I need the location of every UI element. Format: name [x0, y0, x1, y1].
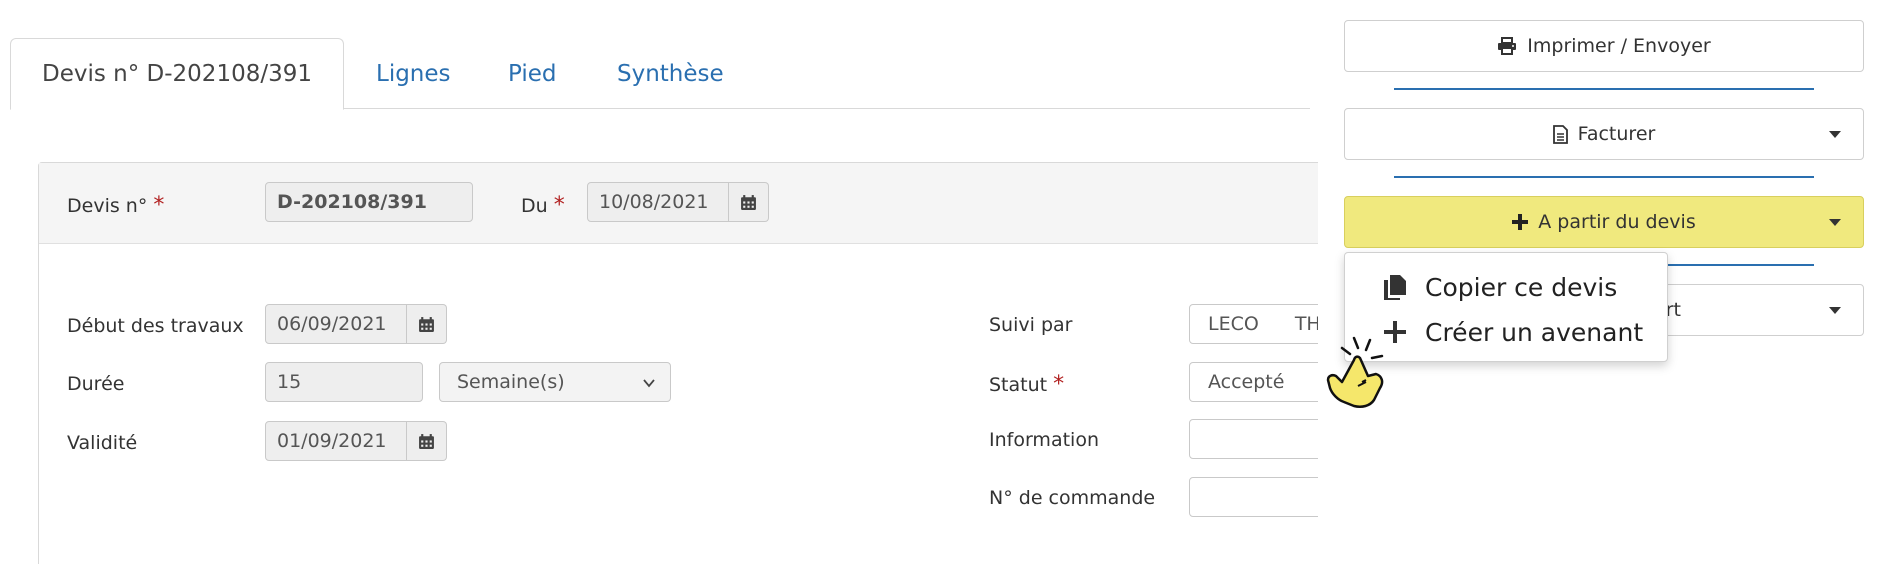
caret-down-icon	[1829, 307, 1841, 314]
calendar-icon[interactable]	[407, 421, 447, 461]
a-partir-dropdown-menu: Copier ce devis Créer un avenant	[1344, 252, 1668, 362]
devis-number-field[interactable]: D-202108/391	[265, 182, 473, 222]
copy-icon	[1383, 274, 1413, 300]
calendar-icon[interactable]	[407, 304, 447, 344]
duree-unit-select[interactable]: Semaine(s)	[439, 362, 671, 402]
plus-icon	[1512, 214, 1529, 230]
duree-field[interactable]: 15	[265, 362, 423, 402]
suivi-par-value: LECO	[1208, 313, 1259, 335]
statut-label: Statut *	[989, 372, 1065, 397]
duree-unit-value: Semaine(s)	[457, 371, 565, 393]
chevron-down-icon	[643, 379, 655, 388]
du-label: Du *	[521, 193, 565, 218]
caret-down-icon	[1829, 131, 1841, 138]
devis-form-panel: Devis n° * D-202108/391 Du * 10/08/2021 Dé…	[38, 162, 1349, 564]
suivi-par-value-2: TH	[1294, 313, 1321, 335]
menu-item-copier-devis[interactable]: Copier ce devis	[1383, 269, 1617, 305]
facturer-button[interactable]: Facturer	[1344, 108, 1864, 160]
menu-item-creer-avenant[interactable]: Créer un avenant	[1383, 314, 1643, 350]
information-label: Information	[989, 429, 1099, 451]
required-marker: *	[153, 193, 165, 218]
facturer-label: Facturer	[1577, 123, 1656, 145]
document-icon	[1552, 124, 1568, 144]
debut-travaux-field[interactable]: 06/09/2021	[265, 304, 407, 344]
tab-synthese-label: Synthèse	[617, 60, 724, 87]
caret-down-icon	[1829, 219, 1841, 226]
menu-item-label: Créer un avenant	[1425, 317, 1644, 347]
validite-field[interactable]: 01/09/2021	[265, 421, 407, 461]
devis-number-label: Devis n° *	[67, 193, 165, 218]
tab-pied[interactable]: Pied	[508, 38, 557, 109]
tab-lignes[interactable]: Lignes	[376, 38, 451, 109]
hidden-action-label: rt	[1665, 299, 1681, 321]
hand-pointer-icon	[1326, 336, 1384, 408]
imprimer-envoyer-button[interactable]: Imprimer / Envoyer	[1344, 20, 1864, 72]
a-partir-du-devis-button[interactable]: A partir du devis	[1344, 196, 1864, 248]
debut-travaux-label: Début des travaux	[67, 315, 244, 337]
divider	[1394, 176, 1814, 178]
tab-devis[interactable]: Devis n° D-202108/391	[10, 38, 344, 110]
tab-pied-label: Pied	[508, 60, 557, 87]
commande-label: N° de commande	[989, 487, 1156, 509]
required-marker: *	[553, 193, 565, 218]
du-date-field[interactable]: 10/08/2021	[587, 182, 729, 222]
printer-icon	[1497, 37, 1517, 55]
tab-synthese[interactable]: Synthèse	[617, 38, 724, 109]
divider	[1394, 88, 1814, 90]
suivi-par-label: Suivi par	[989, 314, 1073, 336]
a-partir-du-devis-label: A partir du devis	[1538, 211, 1696, 233]
tab-lignes-label: Lignes	[376, 60, 451, 87]
validite-label: Validité	[67, 432, 138, 454]
required-marker: *	[1053, 372, 1065, 397]
calendar-icon[interactable]	[729, 182, 769, 222]
duree-label: Durée	[67, 373, 125, 395]
menu-item-label: Copier ce devis	[1425, 272, 1618, 302]
tab-bar: Devis n° D-202108/391 Lignes Pied Synthè…	[10, 38, 1310, 110]
tab-devis-label: Devis n° D-202108/391	[41, 61, 312, 87]
imprimer-envoyer-label: Imprimer / Envoyer	[1527, 35, 1711, 57]
